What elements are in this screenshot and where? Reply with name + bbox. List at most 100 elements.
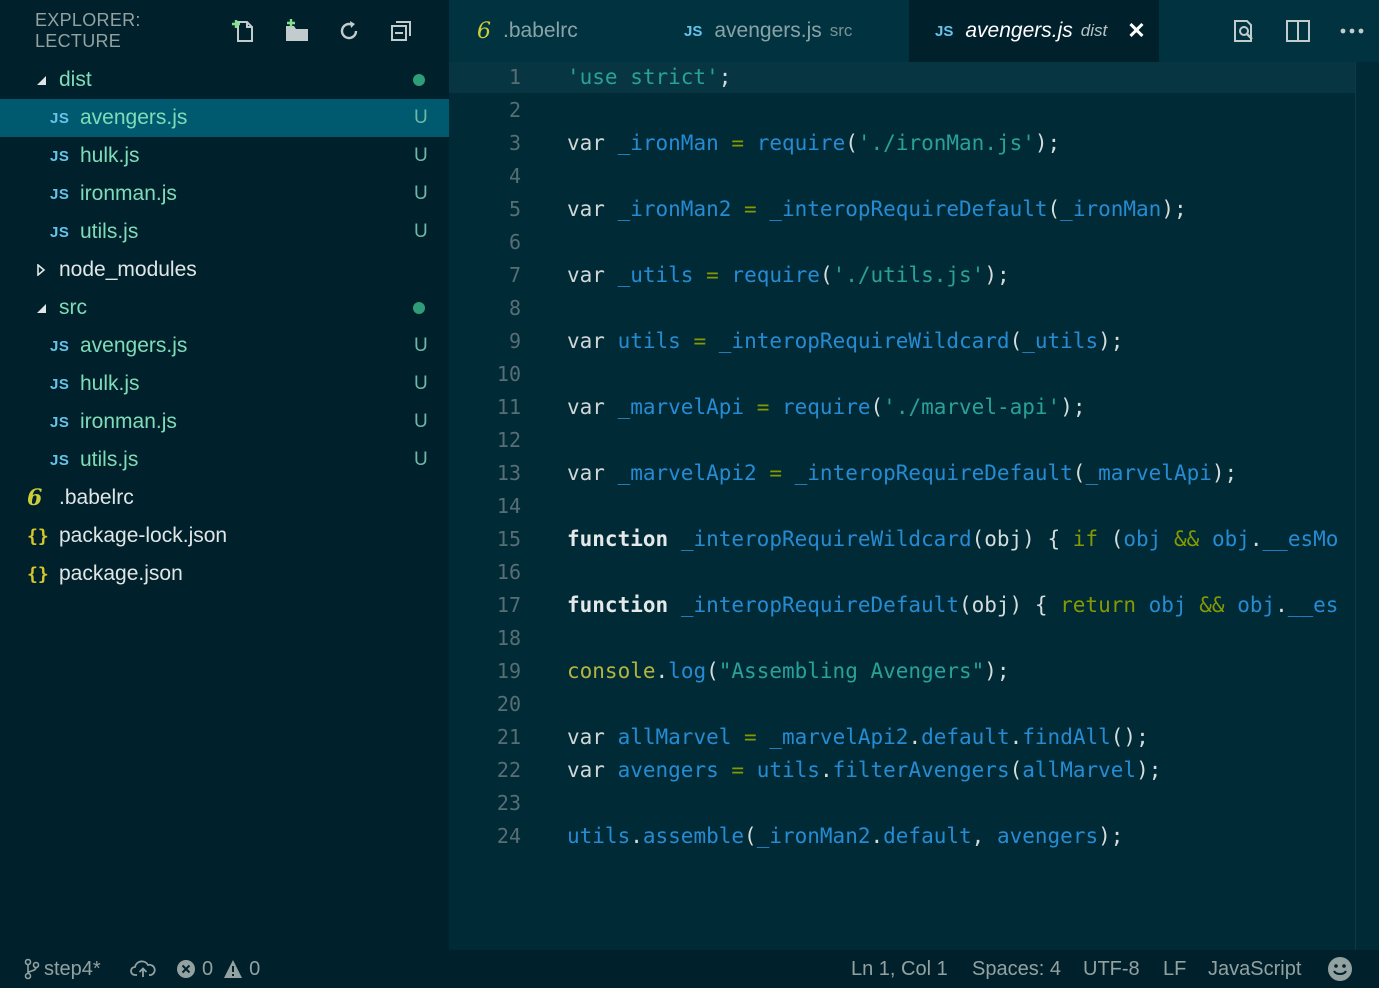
close-icon[interactable]: ✕ xyxy=(1127,18,1145,44)
file-label: ironman.js xyxy=(80,182,177,205)
line-number: 22 xyxy=(496,757,521,782)
file-label: .babelrc xyxy=(59,486,134,509)
modified-dot-icon xyxy=(413,74,425,86)
file-hulk-src[interactable]: JS hulk.js U xyxy=(0,365,449,403)
folder-src[interactable]: src xyxy=(0,289,449,327)
file-hulk-dist[interactable]: JS hulk.js U xyxy=(0,137,449,175)
file-package-lock-json[interactable]: {} package-lock.json xyxy=(0,517,449,555)
encoding-setting[interactable]: UTF-8 xyxy=(1083,950,1140,988)
warning-count: 0 xyxy=(249,957,261,980)
git-branch[interactable]: step4* xyxy=(24,950,101,988)
file-babelrc[interactable]: 6 .babelrc xyxy=(0,479,449,517)
code-line[interactable]: 18 xyxy=(449,621,1355,654)
code-line[interactable]: 19 console.log("Assembling Avengers"); xyxy=(449,654,1355,687)
code-line[interactable]: 12 xyxy=(449,423,1355,456)
untracked-status: U xyxy=(414,145,428,166)
code-line[interactable]: 20 xyxy=(449,687,1355,720)
expanded-triangle-icon[interactable] xyxy=(35,74,47,86)
file-label: utils.js xyxy=(80,220,139,243)
code-line[interactable]: 2 xyxy=(449,93,1355,126)
file-utils-src[interactable]: JS utils.js U xyxy=(0,441,449,479)
code-line[interactable]: 24 utils.assemble(_ironMan2.default, ave… xyxy=(449,819,1355,852)
file-label: package-lock.json xyxy=(59,524,228,547)
problems-indicator[interactable]: 0 0 xyxy=(176,950,260,988)
split-editor-icon[interactable] xyxy=(1271,11,1325,51)
file-utils-dist[interactable]: JS utils.js U xyxy=(0,213,449,251)
refresh-icon[interactable] xyxy=(323,11,375,51)
line-number: 12 xyxy=(496,427,521,452)
code-line[interactable]: 11 var _marvelApi = require('./marvel-ap… xyxy=(449,390,1355,423)
tab-babelrc[interactable]: 6 .babelrc xyxy=(449,0,658,62)
expanded-triangle-icon[interactable] xyxy=(35,302,47,314)
code-line[interactable]: 10 xyxy=(449,357,1355,390)
code-line[interactable]: 16 xyxy=(449,555,1355,588)
js-file-icon: JS xyxy=(50,375,70,393)
code-line[interactable]: 14 xyxy=(449,489,1355,522)
line-number: 20 xyxy=(496,691,521,716)
line-number: 13 xyxy=(496,460,521,485)
sync-button[interactable] xyxy=(130,950,156,988)
tab-label: .babelrc xyxy=(503,19,578,42)
collapse-all-icon[interactable] xyxy=(375,11,427,51)
new-file-icon[interactable] xyxy=(219,11,271,51)
tab-description: src xyxy=(829,21,853,40)
code-line[interactable]: 9 var utils = _interopRequireWildcard(_u… xyxy=(449,324,1355,357)
line-number: 14 xyxy=(496,493,521,518)
code-line[interactable]: 15 function _interopRequireWildcard(obj)… xyxy=(449,522,1355,555)
tab-avengers-src[interactable]: JS avengers.js src xyxy=(658,0,909,62)
file-label: utils.js xyxy=(80,448,139,471)
code-text: var _utils = require('./utils.js'); xyxy=(567,262,1010,287)
code-line[interactable]: 21 var allMarvel = _marvelApi2.default.f… xyxy=(449,720,1355,753)
code-line[interactable]: 6 xyxy=(449,225,1355,258)
folder-dist[interactable]: dist xyxy=(0,61,449,99)
more-actions-icon[interactable] xyxy=(1325,11,1379,51)
code-text: var avengers = utils.filterAvengers(allM… xyxy=(567,757,1162,782)
js-file-icon: JS xyxy=(935,22,954,40)
file-label: hulk.js xyxy=(80,372,140,395)
open-preview-icon[interactable] xyxy=(1217,11,1271,51)
line-number: 1 xyxy=(508,64,521,89)
vertical-scrollbar[interactable] xyxy=(1355,62,1379,950)
file-package-json[interactable]: {} package.json xyxy=(0,555,449,593)
tab-avengers-dist[interactable]: JS avengers.js dist ✕ xyxy=(909,0,1159,62)
folder-label: src xyxy=(59,296,87,319)
code-line[interactable]: 22 var avengers = utils.filterAvengers(a… xyxy=(449,753,1355,786)
code-line[interactable]: 1 'use strict'; xyxy=(449,62,1355,93)
code-text: var utils = _interopRequireWildcard(_uti… xyxy=(567,328,1124,353)
feedback-smiley-icon[interactable] xyxy=(1327,950,1353,988)
line-number: 3 xyxy=(508,130,521,155)
folder-node-modules[interactable]: node_modules xyxy=(0,251,449,289)
js-file-icon: JS xyxy=(50,147,70,165)
code-line[interactable]: 4 xyxy=(449,159,1355,192)
code-line[interactable]: 5 var _ironMan2 = _interopRequireDefault… xyxy=(449,192,1355,225)
file-avengers-src[interactable]: JS avengers.js U xyxy=(0,327,449,365)
code-editor[interactable]: 1 'use strict'; 2 3 var _ironMan = requi… xyxy=(449,62,1355,950)
cursor-position[interactable]: Ln 1, Col 1 xyxy=(851,950,948,988)
code-line[interactable]: 7 var _utils = require('./utils.js'); xyxy=(449,258,1355,291)
babel-file-icon: 6 xyxy=(27,485,43,511)
language-mode[interactable]: JavaScript xyxy=(1208,950,1301,988)
js-file-icon: JS xyxy=(50,109,70,127)
explorer-title: EXPLORER: LECTURE xyxy=(35,10,141,51)
code-line[interactable]: 17 function _interopRequireDefault(obj) … xyxy=(449,588,1355,621)
code-line[interactable]: 8 xyxy=(449,291,1355,324)
code-line[interactable]: 13 var _marvelApi2 = _interopRequireDefa… xyxy=(449,456,1355,489)
js-file-icon: JS xyxy=(50,413,70,431)
line-number: 24 xyxy=(496,823,521,848)
file-ironman-dist[interactable]: JS ironman.js U xyxy=(0,175,449,213)
collapsed-triangle-icon[interactable] xyxy=(35,264,47,276)
code-line[interactable]: 3 var _ironMan = require('./ironMan.js')… xyxy=(449,126,1355,159)
indentation-setting[interactable]: Spaces: 4 xyxy=(972,950,1061,988)
new-folder-icon[interactable] xyxy=(271,11,323,51)
code-line[interactable]: 23 xyxy=(449,786,1355,819)
file-ironman-src[interactable]: JS ironman.js U xyxy=(0,403,449,441)
error-icon xyxy=(177,960,195,978)
untracked-status: U xyxy=(414,183,428,204)
line-number: 17 xyxy=(496,592,521,617)
status-bar: step4* 0 0 Ln 1, Col 1 Spaces: 4 UTF-8 L… xyxy=(0,950,1379,988)
code-text: 'use strict'; xyxy=(567,64,732,89)
folder-label: node_modules xyxy=(59,258,197,281)
untracked-status: U xyxy=(414,335,428,356)
eol-setting[interactable]: LF xyxy=(1163,950,1186,988)
file-avengers-dist[interactable]: JS avengers.js U xyxy=(0,99,449,137)
